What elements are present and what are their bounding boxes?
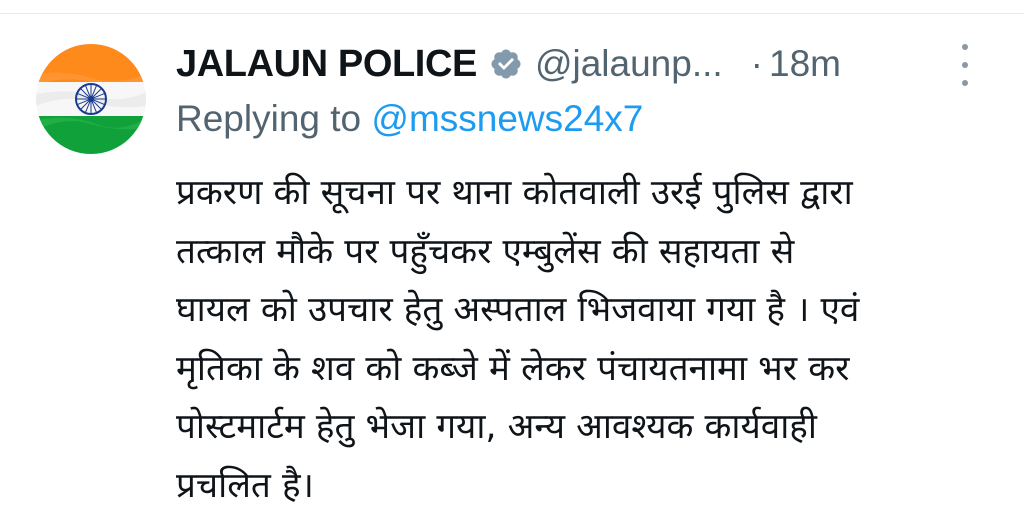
tweet-text-line: प्रचलित है। — [176, 465, 314, 506]
tweet-text-line: घायल को उपचार हेतु अस्पताल भिजवाया गया ह… — [176, 290, 860, 330]
author-display-name[interactable]: JALAUN POLICE — [176, 43, 477, 86]
tweet-body: प्रकरण की सूचना पर थाना कोतवाली उरई पुलि… — [176, 164, 1006, 515]
replying-to: Replying to @mssnews24x7 — [176, 98, 643, 140]
author-handle[interactable]: @jalaunp... — [535, 43, 723, 85]
more-dot — [962, 80, 968, 86]
indian-flag-avatar-icon — [36, 44, 146, 154]
separator-dot: · — [750, 43, 763, 84]
avatar[interactable] — [36, 44, 146, 154]
more-dot — [962, 44, 968, 50]
replying-to-handle[interactable]: @mssnews24x7 — [371, 98, 643, 139]
tweet-text-line: तत्काल मौके पर पहुँचकर एम्बुलेंस की सहाय… — [176, 231, 795, 272]
tweet-header: JALAUN POLICE @jalaunp... · 18m — [176, 36, 996, 92]
more-vertical-icon[interactable] — [952, 44, 978, 86]
verified-badge-icon — [489, 47, 523, 81]
tweet-text-line: पोस्टमार्टम हेतु भेजा गया, अन्य आवश्यक क… — [176, 407, 817, 447]
replying-to-label: Replying to — [176, 98, 362, 139]
top-divider — [0, 13, 1024, 14]
tweet-text-line: प्रकरण की सूचना पर थाना कोतवाली उरई पुलि… — [176, 173, 853, 213]
tweet-text-line: मृतिका के शव को कब्जे में लेकर पंचायतनाम… — [176, 348, 850, 389]
tweet-timestamp[interactable]: 18m — [769, 43, 841, 85]
more-dot — [962, 62, 968, 68]
